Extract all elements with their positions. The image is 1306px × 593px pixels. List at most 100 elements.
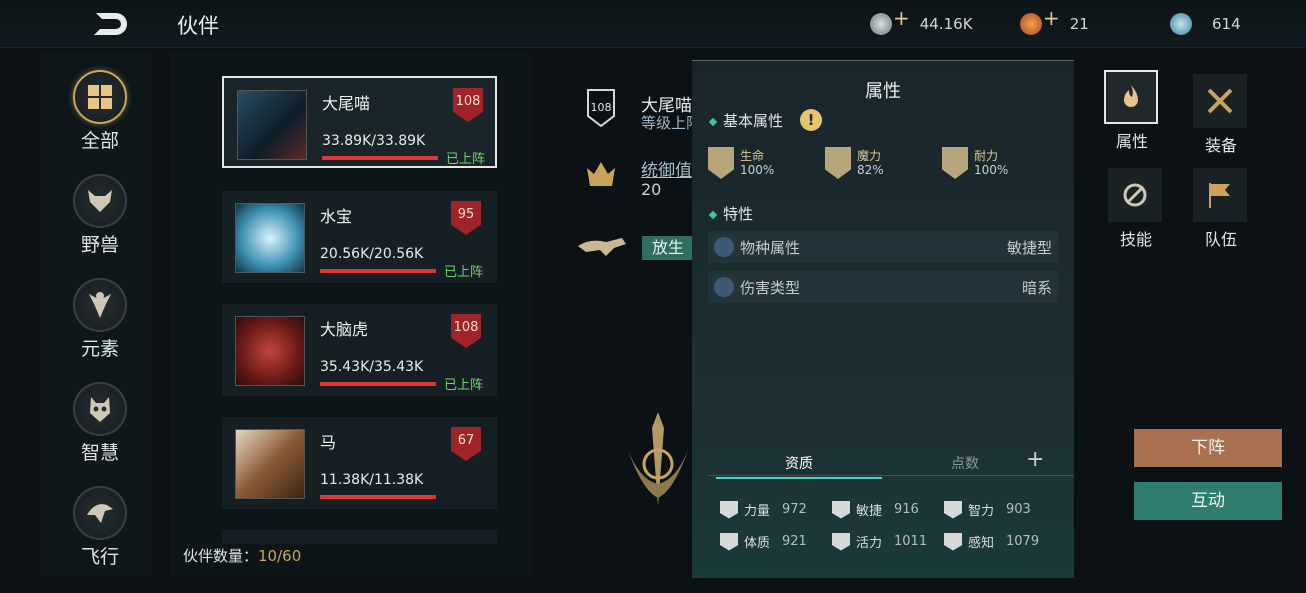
fairy-icon [73,278,127,332]
pet-name: 马 [320,433,337,452]
pet-portrait [235,429,305,499]
gold-amount: 21 [1069,15,1089,33]
currency-crystal: 614 [1170,12,1241,36]
pet-portrait [235,203,305,273]
category-sidebar: 全部 野兽 元素 智慧 飞行 [40,52,152,576]
tab-equipment[interactable]: 装备 [1193,74,1249,156]
tab-points[interactable]: 点数 [882,453,1048,477]
pet-hp: 20.56K/20.56K [320,246,424,262]
category-label: 元素 [80,338,119,360]
category-label: 飞行 [80,546,119,568]
currency-gold[interactable]: + 21 [1020,6,1089,36]
tab-label: 属性 [1115,132,1148,151]
grid-icon [73,70,127,124]
pet-portrait [237,90,307,160]
add-silver-icon[interactable]: + [893,6,910,30]
pet-card[interactable]: 大脑虎 35.43K/35.43K 108 已上阵 [222,304,497,396]
pet-card[interactable]: 水宝 20.56K/20.56K 95 已上阵 [222,191,497,283]
tab-skills[interactable]: 技能 [1108,168,1164,250]
pet-card[interactable]: 马 11.38K/11.38K 67 [222,417,497,509]
pet-hp: 35.43K/35.43K [320,359,424,375]
back-arrow-icon [94,13,127,35]
category-beast[interactable]: 野兽 [40,174,160,257]
category-all[interactable]: 全部 [40,70,160,153]
tab-label: 队伍 [1204,230,1237,249]
pet-portrait [235,316,305,386]
pet-name: 水宝 [320,207,353,226]
silver-coin-icon [870,13,892,35]
basic-attributes-heading: 基本属性 [708,110,783,131]
unassign-button[interactable]: 下阵 [1134,429,1282,467]
lightning-shield-icon [942,147,968,179]
pet-card-selected[interactable]: 大尾喵 33.89K/33.89K 108 已上阵 [222,76,497,168]
back-button[interactable] [92,10,132,38]
level-badge: 108 [453,88,483,122]
category-wisdom[interactable]: 智慧 [40,382,160,465]
deployed-status: 已上阵 [446,152,486,167]
eagle-icon [73,486,127,540]
pet-card-partial[interactable] [222,530,497,544]
pet-count-label: 伙伴数量： [183,547,259,565]
level-badge: 108 [451,314,481,348]
heart-icon [720,532,738,551]
level-badge: 67 [451,427,481,461]
category-flying[interactable]: 飞行 [40,486,160,569]
pet-hp: 11.38K/11.38K [320,472,424,488]
attribute-panel-title: 属性 [865,81,901,102]
crown-icon [584,158,618,192]
stat-percent: 82% [857,163,884,177]
book-shield-icon [825,147,851,179]
hp-bar [320,382,436,386]
hp-bar [320,495,436,499]
heart-shield-icon [708,147,734,179]
quality-constitution: 体质 921 [720,532,807,551]
pet-count: 伙伴数量：10/60 [183,545,301,566]
quality-agility: 敏捷 916 [832,500,919,519]
eye-icon [944,532,962,551]
skill-icon [1108,168,1162,222]
tab-divider [708,475,1074,476]
stat-stamina: 耐力 100% [942,147,1008,179]
info-icon[interactable]: ! [800,109,822,131]
crossed-swords-icon [1193,74,1247,128]
trait-key: 物种属性 [740,238,801,257]
trait-damage-type: 伤害类型 暗系 [708,271,1058,303]
tab-attributes[interactable]: 属性 [1104,70,1160,152]
owl-icon [73,382,127,436]
pet-list: 大尾喵 33.89K/33.89K 108 已上阵 水宝 20.56K/20.5… [170,52,532,576]
flame-icon [1104,70,1158,124]
category-label: 全部 [80,130,119,152]
interact-button[interactable]: 互动 [1134,482,1282,520]
level-badge: 95 [451,201,481,235]
tab-team[interactable]: 队伍 [1193,168,1249,250]
command-label[interactable]: 统御值 [641,156,692,181]
crossed-blades-icon [714,277,734,297]
stat-name: 耐力 [974,149,999,163]
add-points-button[interactable]: + [1026,447,1044,472]
hp-bar [320,269,436,273]
command-value: 20 [641,180,662,199]
pet-hp: 33.89K/33.89K [322,133,426,149]
brain-icon [944,500,962,519]
paw-icon [714,237,734,257]
trait-value: 敏捷型 [1006,238,1052,257]
trait-value: 暗系 [1021,278,1052,297]
stat-percent: 100% [740,163,775,177]
crystal-amount: 614 [1212,15,1241,33]
currency-silver[interactable]: + 44.16K [870,6,973,36]
trait-key: 伤害类型 [740,278,801,297]
wolf-head-icon [73,174,127,228]
release-button[interactable]: 放生 [642,236,694,260]
traits-heading: 特性 [708,203,753,224]
category-label: 野兽 [80,234,119,256]
add-gold-icon[interactable]: + [1043,6,1060,30]
trait-species: 物种属性 敏捷型 [708,231,1058,263]
stat-name: 魔力 [857,149,882,163]
hp-bar [322,156,438,160]
attribute-panel: 属性 基本属性 ! 生命 100% 魔力 82% 耐力 100% 特性 物种属性 敏捷… [692,60,1074,578]
fist-icon [720,500,738,519]
category-element[interactable]: 元素 [40,278,160,361]
wing-icon [832,532,850,551]
quality-intellect: 智力 903 [944,500,1031,519]
quality-vitality: 活力 1011 [832,532,927,551]
